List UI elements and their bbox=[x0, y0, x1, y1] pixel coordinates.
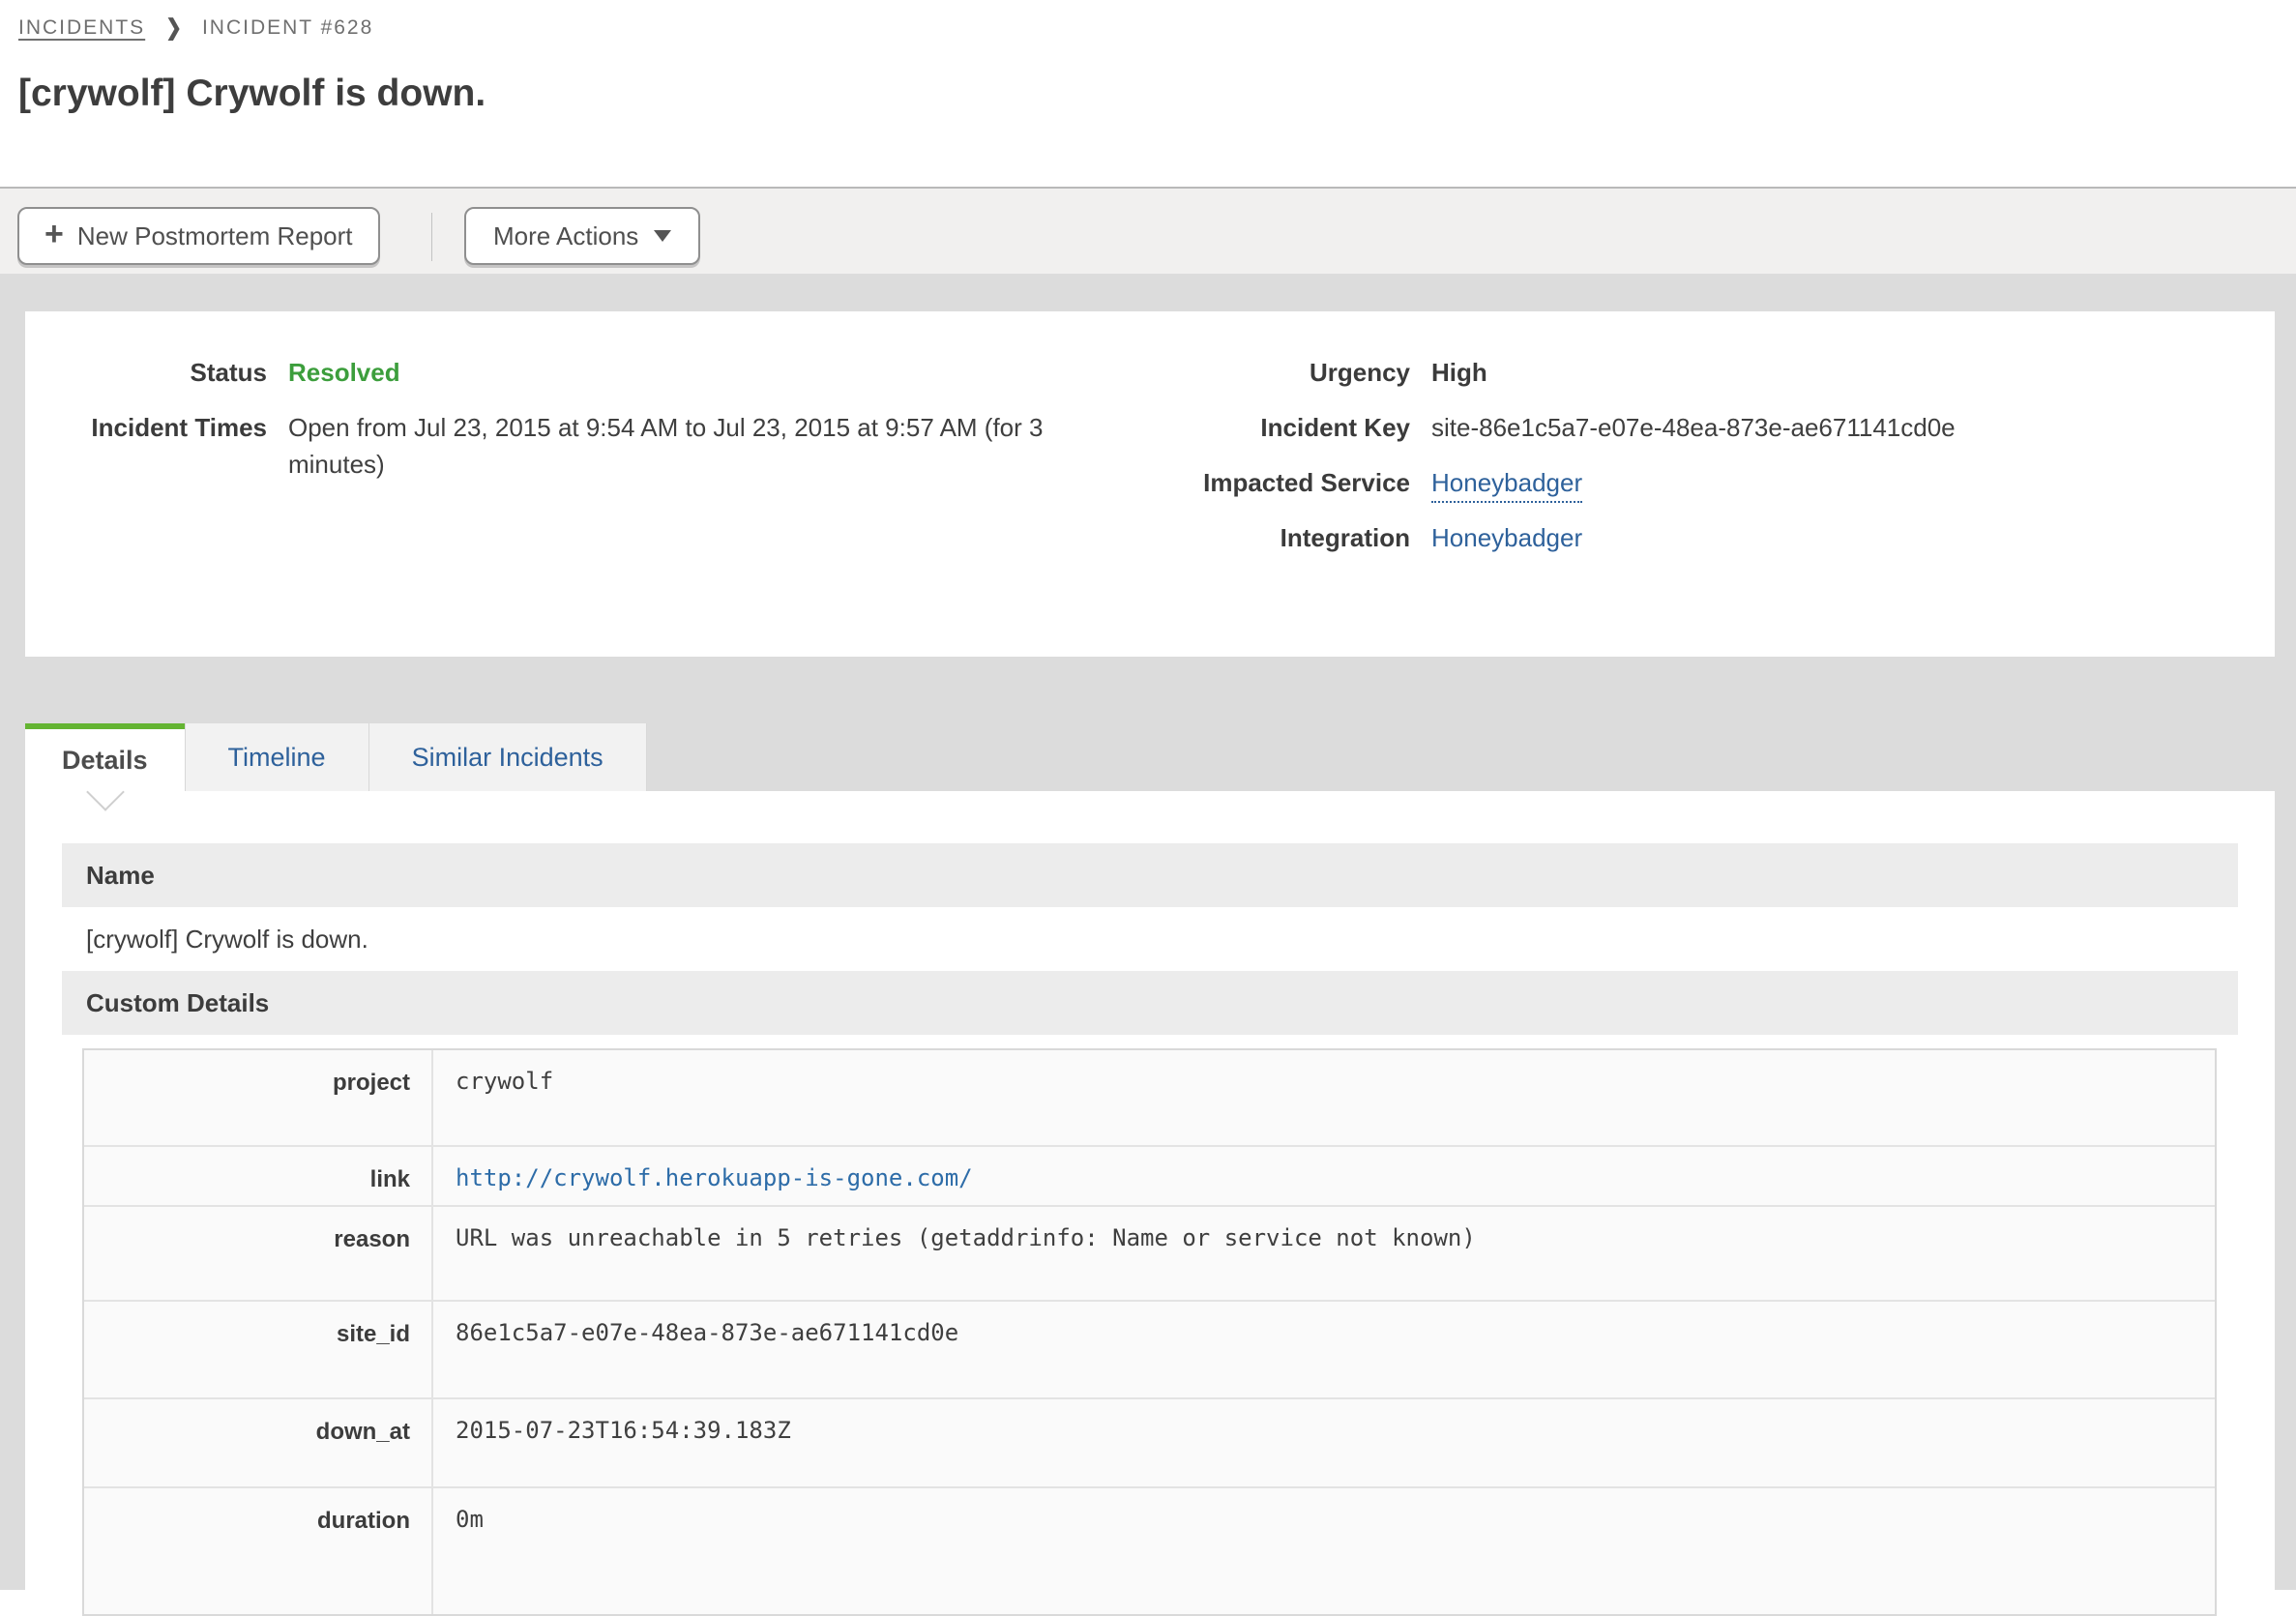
name-value: [crywolf] Crywolf is down. bbox=[62, 907, 2238, 971]
row-value: URL was unreachable in 5 retries (getadd… bbox=[433, 1207, 2215, 1300]
status-row: Status Resolved bbox=[50, 354, 1115, 391]
summary-left-column: Status Resolved Incident Times Open from… bbox=[50, 354, 1115, 501]
tab-timeline[interactable]: Timeline bbox=[185, 723, 368, 791]
row-key: link bbox=[84, 1147, 433, 1205]
more-actions-label: More Actions bbox=[493, 221, 638, 251]
table-row-duration: duration 0m bbox=[84, 1488, 2215, 1614]
incident-key-label: Incident Key bbox=[1168, 409, 1410, 446]
breadcrumb: INCIDENTS ❯ INCIDENT #628 bbox=[18, 15, 373, 40]
row-key: down_at bbox=[84, 1399, 433, 1486]
row-key: reason bbox=[84, 1207, 433, 1300]
incident-times-value: Open from Jul 23, 2015 at 9:54 AM to Jul… bbox=[288, 409, 1115, 483]
page-title: [crywolf] Crywolf is down. bbox=[18, 73, 486, 115]
summary-right-column: Urgency High Incident Key site-86e1c5a7-… bbox=[1168, 354, 1956, 574]
table-row-reason: reason URL was unreachable in 5 retries … bbox=[84, 1207, 2215, 1302]
breadcrumb-incidents-link[interactable]: INCIDENTS bbox=[18, 16, 145, 40]
new-postmortem-label: New Postmortem Report bbox=[77, 221, 353, 251]
table-row-link: link http://crywolf.herokuapp-is-gone.co… bbox=[84, 1147, 2215, 1207]
chevron-right-icon: ❯ bbox=[165, 14, 182, 42]
custom-details-table: project crywolf link http://crywolf.hero… bbox=[82, 1048, 2217, 1616]
impacted-service-row: Impacted Service Honeybadger bbox=[1168, 464, 1956, 501]
impacted-service-link[interactable]: Honeybadger bbox=[1431, 468, 1582, 503]
incident-key-value: site-86e1c5a7-e07e-48ea-873e-ae671141cd0… bbox=[1431, 409, 1956, 446]
custom-details-header: Custom Details bbox=[62, 971, 2238, 1035]
impacted-service-label: Impacted Service bbox=[1168, 464, 1410, 501]
tab-similar-incidents[interactable]: Similar Incidents bbox=[368, 723, 647, 791]
toolbar-divider bbox=[431, 213, 432, 261]
page-body: Status Resolved Incident Times Open from… bbox=[0, 274, 2296, 1590]
integration-link[interactable]: Honeybadger bbox=[1431, 523, 1582, 552]
row-value: http://crywolf.herokuapp-is-gone.com/ bbox=[433, 1147, 2215, 1205]
details-panel: Name [crywolf] Crywolf is down. Custom D… bbox=[25, 791, 2275, 1590]
urgency-row: Urgency High bbox=[1168, 354, 1956, 391]
page-header: INCIDENTS ❯ INCIDENT #628 [crywolf] Cryw… bbox=[0, 0, 2296, 187]
urgency-value: High bbox=[1431, 354, 1487, 391]
caret-down-icon bbox=[654, 230, 671, 242]
incident-times-row: Incident Times Open from Jul 23, 2015 at… bbox=[50, 409, 1115, 483]
table-row-project: project crywolf bbox=[84, 1050, 2215, 1147]
table-row-down-at: down_at 2015-07-23T16:54:39.183Z bbox=[84, 1399, 2215, 1488]
crywolf-url-link[interactable]: http://crywolf.herokuapp-is-gone.com/ bbox=[456, 1164, 973, 1191]
new-postmortem-button[interactable]: + New Postmortem Report bbox=[17, 207, 380, 265]
row-value: 2015-07-23T16:54:39.183Z bbox=[433, 1399, 2215, 1486]
breadcrumb-current: INCIDENT #628 bbox=[202, 16, 373, 40]
detail-tabs: Details Timeline Similar Incidents bbox=[25, 723, 647, 791]
status-label: Status bbox=[50, 354, 267, 391]
integration-label: Integration bbox=[1168, 519, 1410, 556]
row-key: site_id bbox=[84, 1302, 433, 1397]
name-header: Name bbox=[62, 843, 2238, 907]
more-actions-button[interactable]: More Actions bbox=[464, 207, 700, 265]
status-value: Resolved bbox=[288, 354, 400, 391]
incident-key-row: Incident Key site-86e1c5a7-e07e-48ea-873… bbox=[1168, 409, 1956, 446]
toolbar: + New Postmortem Report More Actions bbox=[0, 187, 2296, 276]
row-value: 86e1c5a7-e07e-48ea-873e-ae671141cd0e bbox=[433, 1302, 2215, 1397]
row-key: duration bbox=[84, 1488, 433, 1614]
incident-times-label: Incident Times bbox=[50, 409, 267, 483]
row-value: 0m bbox=[433, 1488, 2215, 1614]
integration-row: Integration Honeybadger bbox=[1168, 519, 1956, 556]
row-value: crywolf bbox=[433, 1050, 2215, 1145]
row-key: project bbox=[84, 1050, 433, 1145]
table-row-site-id: site_id 86e1c5a7-e07e-48ea-873e-ae671141… bbox=[84, 1302, 2215, 1399]
urgency-label: Urgency bbox=[1168, 354, 1410, 391]
incident-summary-card: Status Resolved Incident Times Open from… bbox=[25, 311, 2275, 657]
